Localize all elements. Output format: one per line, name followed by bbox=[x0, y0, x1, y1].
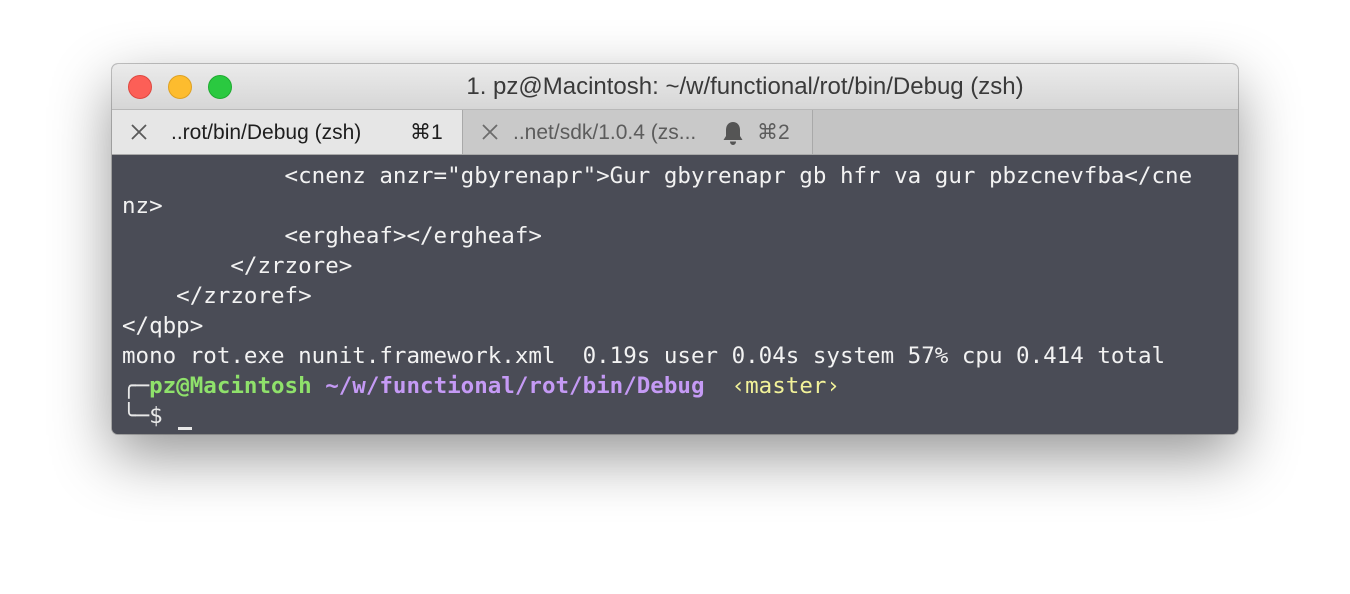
output-line: </qbp> bbox=[122, 313, 204, 339]
terminal-output[interactable]: <cnenz anzr="gbyrenapr">Gur gbyrenapr gb… bbox=[112, 155, 1238, 434]
tab-2[interactable]: ..net/sdk/1.0.4 (zs... ⌘2 bbox=[463, 110, 813, 154]
output-line: </zrzoref> bbox=[122, 283, 312, 309]
tab-2-shortcut: ⌘2 bbox=[757, 121, 790, 144]
prompt-symbol: $ bbox=[149, 403, 163, 429]
prompt-corner-bottom: ╰─ bbox=[122, 403, 150, 429]
tab-1-label: ..rot/bin/Debug (zsh) bbox=[171, 121, 362, 144]
tab-bar: ..rot/bin/Debug (zsh) ⌘1 ..net/sdk/1.0.4… bbox=[112, 110, 1238, 155]
tab-1[interactable]: ..rot/bin/Debug (zsh) ⌘1 bbox=[112, 110, 463, 154]
bell-icon bbox=[723, 122, 743, 145]
tab-2-label: ..net/sdk/1.0.4 (zs... bbox=[513, 121, 697, 144]
output-line: nz> bbox=[122, 193, 163, 219]
output-line: </zrzore> bbox=[122, 253, 353, 279]
text-cursor bbox=[178, 427, 192, 430]
output-line: <cnenz anzr="gbyrenapr">Gur gbyrenapr gb… bbox=[122, 163, 1193, 189]
tab-1-shortcut: ⌘1 bbox=[410, 121, 443, 144]
output-line: mono rot.exe nunit.framework.xml 0.19s u… bbox=[122, 343, 1166, 369]
close-icon[interactable] bbox=[479, 121, 501, 143]
prompt-user-host: pz@Macintosh bbox=[149, 373, 312, 399]
prompt-corner-top: ╭─ bbox=[122, 373, 150, 399]
title-bar[interactable]: 1. pz@Macintosh: ~/w/functional/rot/bin/… bbox=[112, 64, 1238, 110]
output-line: <ergheaf></ergheaf> bbox=[122, 223, 542, 249]
input-line[interactable]: ╰─$ bbox=[122, 401, 163, 431]
prompt-git-branch: ‹master› bbox=[731, 373, 840, 399]
terminal-window: 1. pz@Macintosh: ~/w/functional/rot/bin/… bbox=[112, 64, 1238, 434]
prompt-path: ~/w/functional/rot/bin/Debug bbox=[325, 373, 705, 399]
window-title: 1. pz@Macintosh: ~/w/functional/rot/bin/… bbox=[466, 73, 1024, 100]
close-icon[interactable] bbox=[128, 121, 150, 143]
prompt-line: ╭─pz@Macintosh ~/w/functional/rot/bin/De… bbox=[122, 371, 840, 401]
